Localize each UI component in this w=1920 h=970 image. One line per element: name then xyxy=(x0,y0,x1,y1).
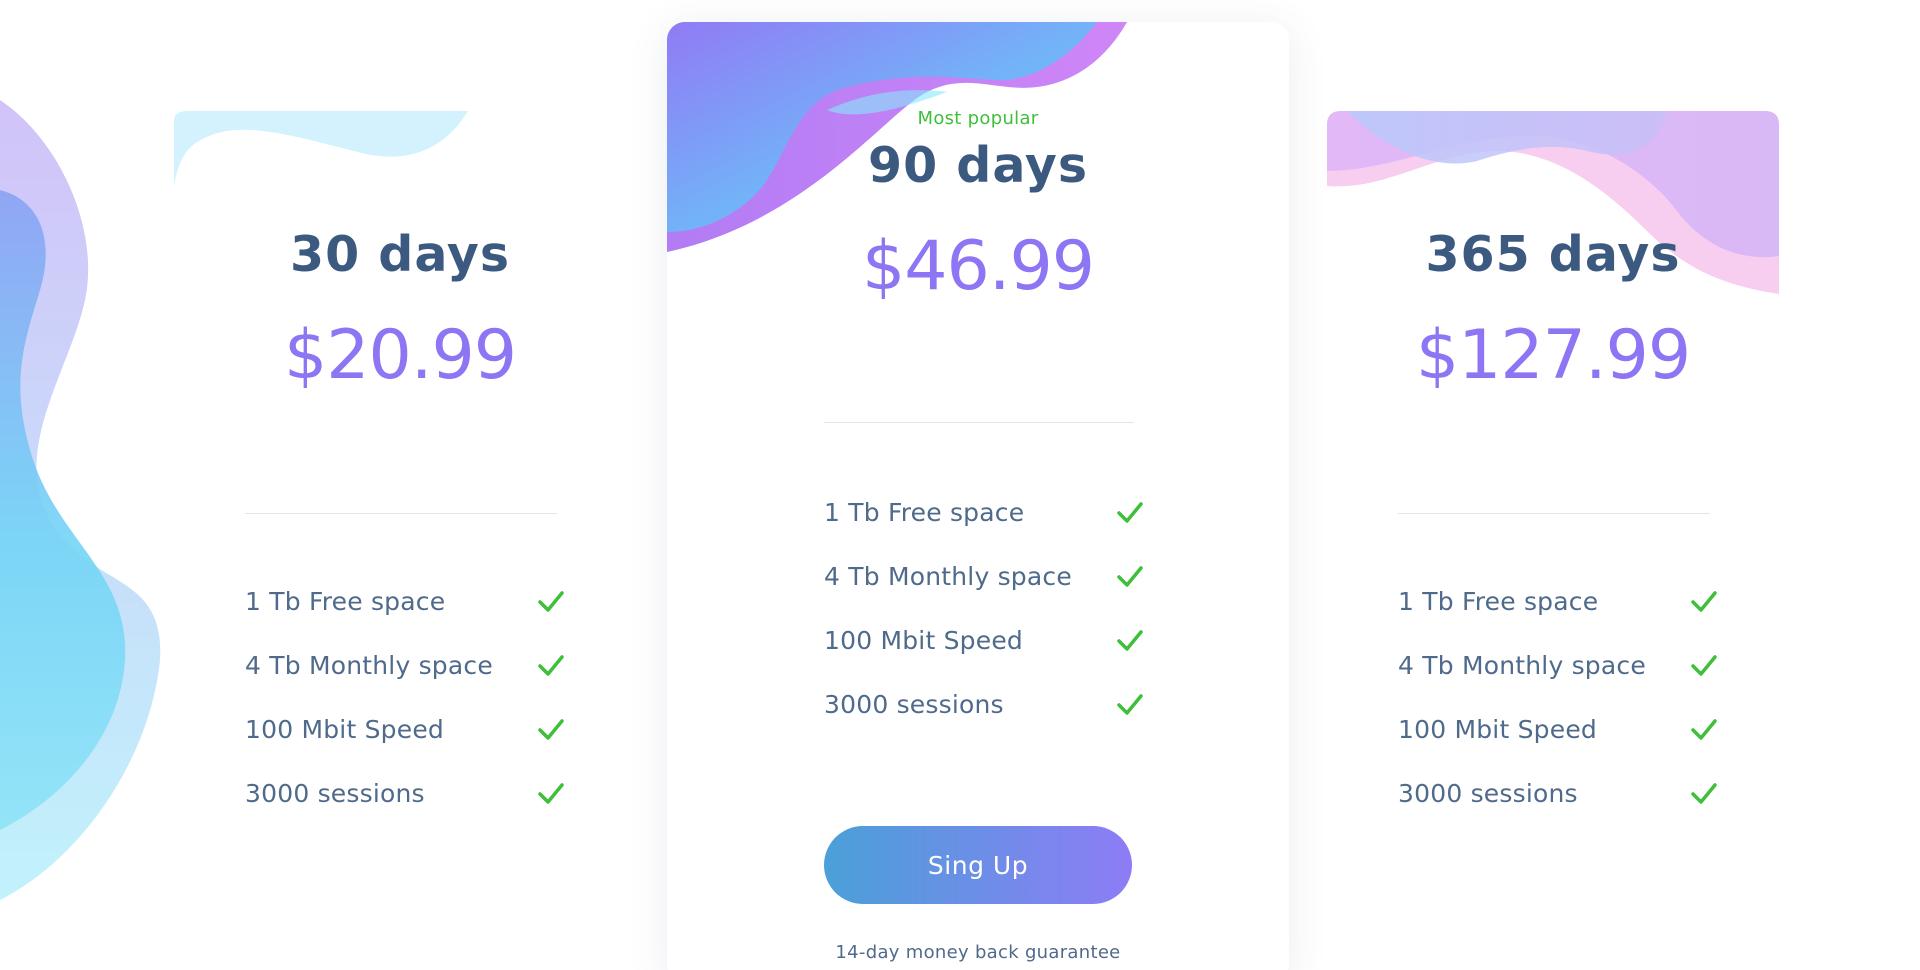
plan-card-90-days: Most popular 90 days $46.99 1 Tb Free sp… xyxy=(667,22,1289,970)
check-icon xyxy=(538,783,564,804)
sign-up-button[interactable]: Sing Up xyxy=(824,826,1132,904)
feature-item: 4 Tb Monthly space xyxy=(824,544,1144,608)
background-blob-decoration xyxy=(0,100,161,900)
feature-item: 3000 sessions xyxy=(245,761,565,825)
check-icon xyxy=(538,655,564,676)
feature-list: 1 Tb Free space 4 Tb Monthly space 100 M… xyxy=(824,480,1144,736)
divider xyxy=(1398,513,1710,514)
feature-list: 1 Tb Free space 4 Tb Monthly space 100 M… xyxy=(245,569,565,825)
feature-label: 4 Tb Monthly space xyxy=(824,561,1072,591)
feature-item: 1 Tb Free space xyxy=(245,569,565,633)
feature-item: 100 Mbit Speed xyxy=(245,697,565,761)
feature-item: 3000 sessions xyxy=(1398,761,1718,825)
feature-label: 1 Tb Free space xyxy=(1398,586,1599,616)
plan-price: $127.99 xyxy=(1415,316,1691,395)
feature-label: 1 Tb Free space xyxy=(245,586,446,616)
feature-item: 4 Tb Monthly space xyxy=(245,633,565,697)
feature-label: 1 Tb Free space xyxy=(824,497,1025,527)
feature-label: 100 Mbit Speed xyxy=(245,714,444,744)
check-icon xyxy=(1117,502,1143,523)
check-icon xyxy=(1691,719,1717,740)
feature-item: 1 Tb Free space xyxy=(824,480,1144,544)
check-icon xyxy=(1691,783,1717,804)
plan-title: 365 days xyxy=(1425,226,1681,283)
check-icon xyxy=(538,591,564,612)
feature-label: 3000 sessions xyxy=(824,689,1004,719)
feature-label: 3000 sessions xyxy=(245,778,425,808)
plan-title: 30 days xyxy=(290,226,510,283)
feature-item: 100 Mbit Speed xyxy=(824,608,1144,672)
plan-title: 90 days xyxy=(868,137,1088,194)
divider xyxy=(824,422,1134,423)
check-icon xyxy=(1117,630,1143,651)
plan-price: $20.99 xyxy=(284,316,517,395)
pricing-page: 30 days $20.99 1 Tb Free space 4 Tb Mont… xyxy=(0,0,1920,970)
divider xyxy=(245,513,557,514)
check-icon xyxy=(1691,591,1717,612)
plan-card-30-days: 30 days $20.99 1 Tb Free space 4 Tb Mont… xyxy=(174,111,626,811)
check-icon xyxy=(1117,694,1143,715)
feature-label: 100 Mbit Speed xyxy=(1398,714,1597,744)
plan-price: $46.99 xyxy=(862,227,1095,306)
plan-card-365-days: 365 days $127.99 1 Tb Free space 4 Tb Mo… xyxy=(1327,111,1779,811)
check-icon xyxy=(1691,655,1717,676)
feature-item: 100 Mbit Speed xyxy=(1398,697,1718,761)
card-wave-decoration xyxy=(174,111,468,186)
most-popular-badge: Most popular xyxy=(917,108,1039,129)
feature-label: 4 Tb Monthly space xyxy=(1398,650,1646,680)
feature-item: 1 Tb Free space xyxy=(1398,569,1718,633)
check-icon xyxy=(1117,566,1143,587)
check-icon xyxy=(538,719,564,740)
feature-label: 3000 sessions xyxy=(1398,778,1578,808)
money-back-guarantee: 14-day money back guarantee xyxy=(835,942,1121,963)
feature-item: 3000 sessions xyxy=(824,672,1144,736)
feature-label: 100 Mbit Speed xyxy=(824,625,1023,655)
feature-label: 4 Tb Monthly space xyxy=(245,650,493,680)
feature-item: 4 Tb Monthly space xyxy=(1398,633,1718,697)
feature-list: 1 Tb Free space 4 Tb Monthly space 100 M… xyxy=(1398,569,1718,825)
